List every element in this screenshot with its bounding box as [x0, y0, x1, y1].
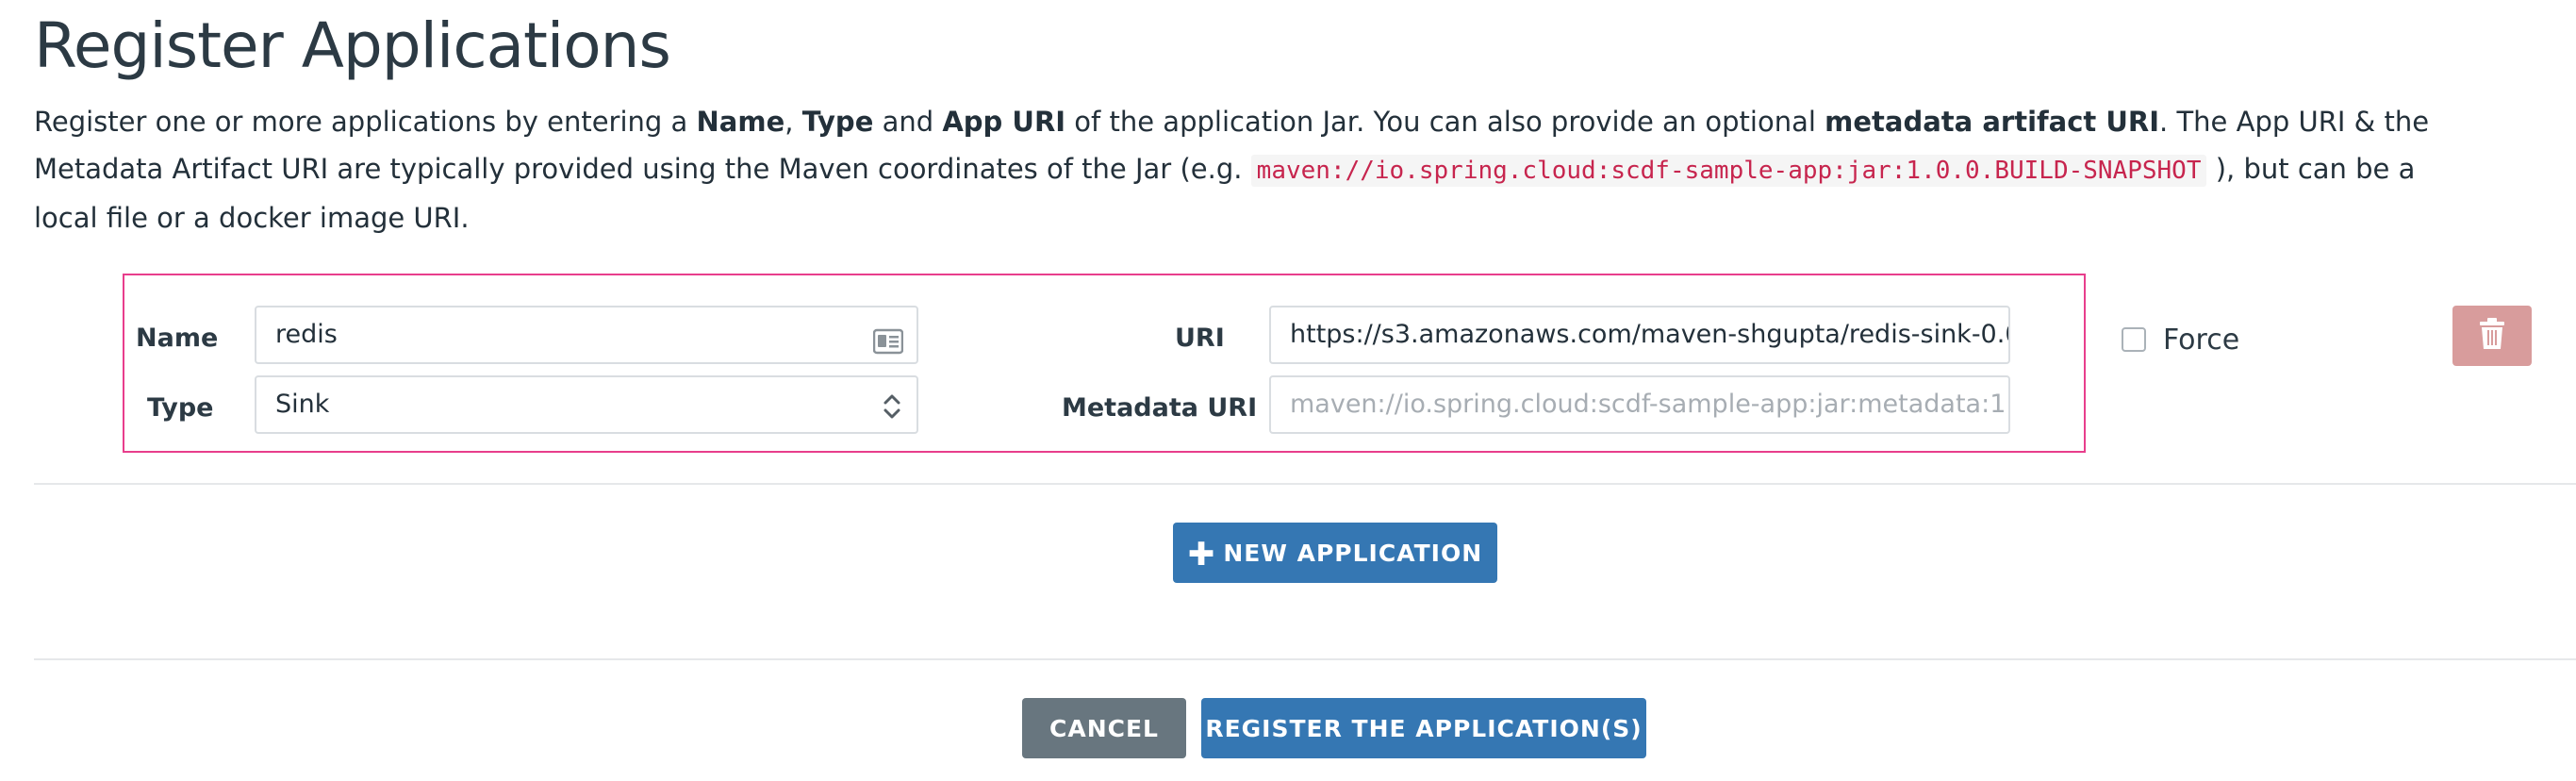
intro-code-example: maven://io.spring.cloud:scdf-sample-app:… [1250, 155, 2207, 187]
chevron-up-down-icon [881, 389, 903, 423]
force-checkbox[interactable] [2122, 327, 2146, 352]
uri-input-value: https://s3.amazonaws.com/maven-shgupta/r… [1290, 320, 2010, 349]
intro-text-part: and [873, 106, 943, 138]
intro-text: Register one or more applications by ent… [34, 98, 2448, 241]
type-select-value: Sink [275, 390, 330, 419]
new-application-label: NEW APPLICATION [1223, 539, 1483, 567]
cancel-button[interactable]: CANCEL [1022, 698, 1186, 758]
trash-icon [2479, 318, 2505, 354]
intro-text-part: Register one or more applications by ent… [34, 106, 697, 138]
metadata-uri-input[interactable]: maven://io.spring.cloud:scdf-sample-app:… [1269, 375, 2010, 434]
divider-top [34, 483, 2576, 485]
register-applications-page: Register Applications Register one or mo… [0, 0, 2576, 781]
register-label: REGISTER THE APPLICATION(S) [1205, 714, 1643, 742]
name-input-value: redis [275, 320, 338, 349]
metadata-uri-placeholder: maven://io.spring.cloud:scdf-sample-app:… [1290, 390, 2010, 419]
delete-application-button[interactable] [2452, 306, 2532, 366]
intro-bold-metadata-uri: metadata artifact URI [1825, 106, 2160, 138]
name-label: Name [136, 324, 219, 353]
intro-bold-name: Name [696, 106, 785, 138]
intro-text-part: , [784, 106, 802, 138]
intro-text-part: of the application Jar. You can also pro… [1065, 106, 1825, 138]
type-select[interactable]: Sink [255, 375, 918, 434]
intro-bold-type: Type [801, 106, 874, 138]
plus-icon: ✚ [1187, 536, 1216, 573]
metadata-uri-label: Metadata URI [1062, 393, 1258, 423]
type-label: Type [147, 393, 214, 423]
uri-input[interactable]: https://s3.amazonaws.com/maven-shgupta/r… [1269, 306, 2010, 364]
cancel-label: CANCEL [1049, 714, 1159, 742]
page-title: Register Applications [34, 9, 671, 82]
intro-bold-app-uri: App URI [942, 106, 1066, 138]
force-option[interactable]: Force [2122, 321, 2239, 358]
new-application-button[interactable]: ✚ NEW APPLICATION [1173, 523, 1497, 583]
force-label: Force [2163, 323, 2240, 357]
register-button[interactable]: REGISTER THE APPLICATION(S) [1201, 698, 1646, 758]
id-card-icon [872, 321, 904, 355]
name-input[interactable]: redis [255, 306, 918, 364]
uri-label: URI [1175, 324, 1225, 353]
divider-bottom [34, 658, 2576, 660]
